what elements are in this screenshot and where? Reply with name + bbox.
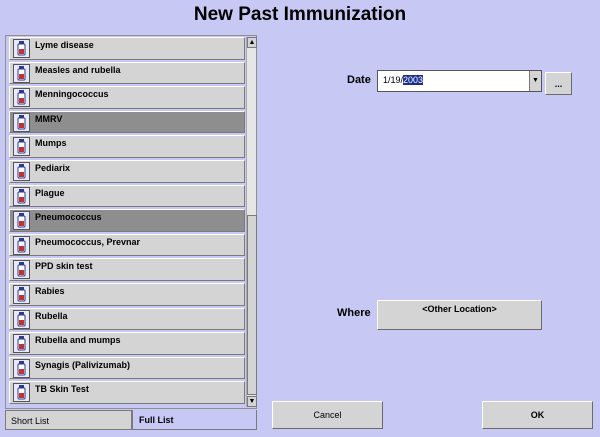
list-item-label: Plague <box>35 187 65 198</box>
cancel-button[interactable]: Cancel <box>272 401 383 429</box>
list-item-label: Pneumococcus, Prevnar <box>35 236 141 247</box>
syringe-vial-icon <box>13 383 30 403</box>
list-item[interactable]: Pneumococcus <box>9 209 245 232</box>
vaccine-list: Lyme disease Measles and rubella Menningoc… <box>9 37 245 406</box>
list-item-label: Rubella and mumps <box>35 335 121 346</box>
date-value: 1/19/2003 <box>383 75 424 85</box>
page-title: New Past Immunization <box>193 4 407 25</box>
syringe-vial-icon <box>13 358 30 378</box>
syringe-vial-icon <box>13 284 30 304</box>
list-item-label: Synagis (Palivizumab) <box>35 359 131 370</box>
syringe-vial-icon <box>13 88 30 108</box>
list-item-label: PPD skin test <box>35 261 93 272</box>
ok-button[interactable]: OK <box>482 401 593 429</box>
list-item[interactable]: PPD skin test <box>9 258 245 281</box>
list-item[interactable]: Synagis (Palivizumab) <box>9 356 245 380</box>
list-item[interactable]: TB Skin Test <box>9 381 245 404</box>
list-item-label: TB Skin Test <box>35 384 89 395</box>
vaccine-list-panel: Lyme disease Measles and rubella Menningoc… <box>5 35 257 409</box>
syringe-vial-icon <box>13 309 30 329</box>
syringe-vial-icon <box>13 137 30 157</box>
syringe-vial-icon <box>13 334 30 354</box>
syringe-vial-icon <box>13 260 30 280</box>
syringe-vial-icon <box>13 186 30 206</box>
syringe-vial-icon <box>13 211 30 231</box>
list-item[interactable]: Pediarix <box>9 159 245 183</box>
list-item-label: MMRV <box>35 113 63 124</box>
list-item[interactable]: Lyme disease <box>9 37 245 60</box>
list-item-label: Lyme disease <box>35 40 94 50</box>
list-item-label: Pneumococcus <box>35 212 102 223</box>
syringe-vial-icon <box>13 235 30 255</box>
date-picker-button[interactable]: ... <box>545 72 572 95</box>
list-item-label: Mumps <box>35 138 67 149</box>
scroll-thumb[interactable] <box>247 215 257 395</box>
other-location-button[interactable]: <Other Location> <box>377 300 542 330</box>
scroll-down-arrow-icon[interactable]: ▼ <box>247 396 257 407</box>
chevron-down-icon[interactable]: ▼ <box>529 71 541 91</box>
tab-short-list[interactable]: Short List <box>5 410 132 430</box>
syringe-vial-icon <box>13 63 30 83</box>
scroll-up-arrow-icon[interactable]: ▲ <box>247 37 257 48</box>
list-item-label: Rubella <box>35 310 68 321</box>
list-item[interactable]: Plague <box>9 184 245 208</box>
list-item-label: Rabies <box>35 285 65 296</box>
list-item[interactable]: Rabies <box>9 282 245 306</box>
list-item[interactable]: Mumps <box>9 135 245 158</box>
vaccine-list-scrollbar[interactable]: ▲ ▼ <box>246 37 257 407</box>
date-label: Date <box>347 74 371 86</box>
list-item-label: Menningococcus <box>35 89 109 100</box>
list-item-label: Pediarix <box>35 162 71 173</box>
list-item-label: Measles and rubella <box>35 64 121 75</box>
where-label: Where <box>337 307 371 319</box>
list-item[interactable]: Rubella and mumps <box>9 332 245 355</box>
syringe-vial-icon <box>13 39 30 58</box>
list-item[interactable]: Rubella <box>9 307 245 331</box>
syringe-vial-icon <box>13 161 30 181</box>
list-item[interactable]: Measles and rubella <box>9 61 245 85</box>
syringe-vial-icon <box>13 112 30 132</box>
list-item[interactable]: Menningococcus <box>9 86 245 109</box>
date-field[interactable]: 1/19/2003 ▼ <box>377 70 542 92</box>
list-item[interactable]: MMRV <box>9 110 245 134</box>
tab-full-list[interactable]: Full List <box>132 410 257 430</box>
list-item[interactable]: Pneumococcus, Prevnar <box>9 233 245 257</box>
